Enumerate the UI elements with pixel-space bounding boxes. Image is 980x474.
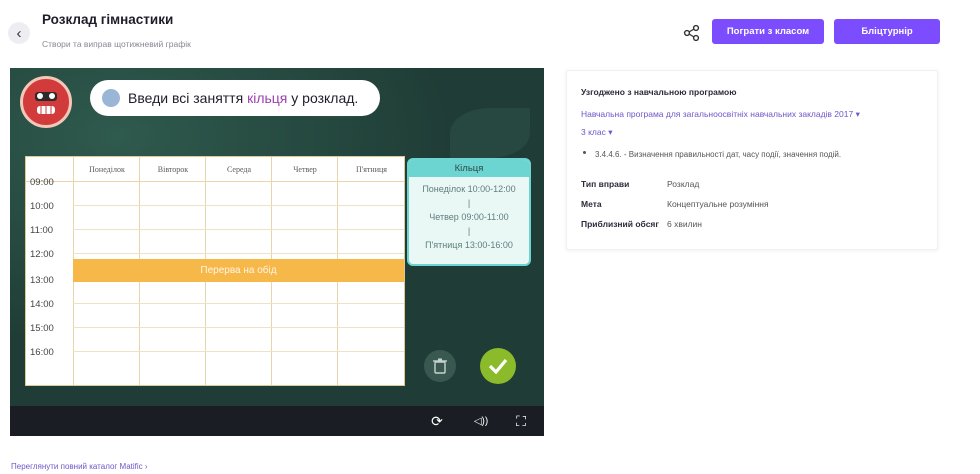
share-icon[interactable] [683, 24, 701, 42]
info-value: 6 хвилин [667, 219, 703, 229]
curriculum-panel: Узгоджено з навчальною програмою Навчаль… [566, 70, 938, 250]
day-header: Четвер [271, 157, 338, 181]
grade-dropdown[interactable]: 3 клас ▾ [581, 127, 612, 138]
activity-card-title: Кільця [409, 160, 529, 177]
time-label: 13:00 [30, 275, 54, 286]
info-value: Концептуальне розуміння [667, 199, 769, 209]
tournament-button[interactable]: Бліцтурнір [834, 19, 940, 44]
row-divider [73, 351, 404, 352]
curriculum-item: 3.4.4.6. - Визначення правильності дат, … [595, 150, 842, 159]
info-value: Розклад [667, 179, 700, 189]
back-button[interactable]: ‹ [8, 22, 30, 44]
day-header: П'ятниця [337, 157, 405, 181]
check-button[interactable] [480, 348, 516, 384]
row-divider [73, 229, 404, 230]
instruction-suffix: у розклад. [287, 90, 359, 106]
leaf-decoration [450, 108, 530, 158]
program-dropdown[interactable]: Навчальна програма для загальноосвітніх … [581, 109, 860, 120]
time-label: 16:00 [30, 347, 54, 358]
page-title: Розклад гімнастики [42, 12, 174, 27]
row-divider [73, 253, 404, 254]
page-subtitle: Створи та виправ щотижневий графік [42, 39, 191, 49]
day-header: Середа [205, 157, 272, 181]
lunch-break-bar: Перерва на обід [73, 259, 404, 282]
refresh-icon[interactable]: ⟳ [428, 412, 446, 430]
instruction-bubble: Введи всі заняття кільця у розклад. [90, 80, 380, 116]
catalog-link[interactable]: Переглянути повний каталог Matific › [11, 462, 148, 471]
row-divider [73, 303, 404, 304]
row-divider [73, 205, 404, 206]
row-divider [73, 327, 404, 328]
day-header: Вівторок [139, 157, 206, 181]
time-label: 09:00 [30, 177, 54, 188]
info-label: Мета [581, 199, 602, 209]
activity-card-line: | [467, 198, 471, 208]
mascot-icon [20, 76, 72, 128]
activity-card[interactable]: Кільця Понеділок 10:00-12:00 | Четвер 09… [407, 158, 531, 266]
info-label: Тип вправи [581, 179, 630, 189]
bullet-dot [583, 151, 586, 154]
info-label: Приблизний обсяг [581, 219, 659, 229]
time-label: 10:00 [30, 201, 54, 212]
day-header: Понеділок [73, 157, 140, 181]
trash-icon[interactable] [424, 350, 456, 382]
time-label: 14:00 [30, 299, 54, 310]
activity-card-line: | [467, 226, 471, 236]
play-with-class-button[interactable]: Пограти з класом [712, 19, 824, 44]
schedule-grid[interactable]: Понеділок Вівторок Середа Четвер П'ятниц… [25, 156, 405, 386]
curriculum-heading: Узгоджено з навчальною програмою [581, 87, 737, 97]
time-label: 15:00 [30, 323, 54, 334]
globe-icon [102, 89, 120, 107]
activity-card-line: Понеділок 10:00-12:00 [422, 184, 516, 194]
time-label: 11:00 [30, 225, 54, 236]
game-frame: Введи всі заняття кільця у розклад. Поне… [10, 68, 544, 436]
activity-card-line: П'ятниця 13:00-16:00 [425, 240, 513, 250]
instruction-highlight: кільця [247, 90, 288, 106]
fullscreen-icon[interactable]: ⛶ [512, 412, 530, 430]
time-label: 12:00 [30, 249, 54, 260]
instruction-prefix: Введи всі заняття [128, 90, 248, 106]
game-control-bar: ⟳ ◁)) ⛶ [10, 406, 544, 436]
activity-card-line: Четвер 09:00-11:00 [429, 212, 509, 222]
sound-icon[interactable]: ◁)) [468, 412, 494, 430]
